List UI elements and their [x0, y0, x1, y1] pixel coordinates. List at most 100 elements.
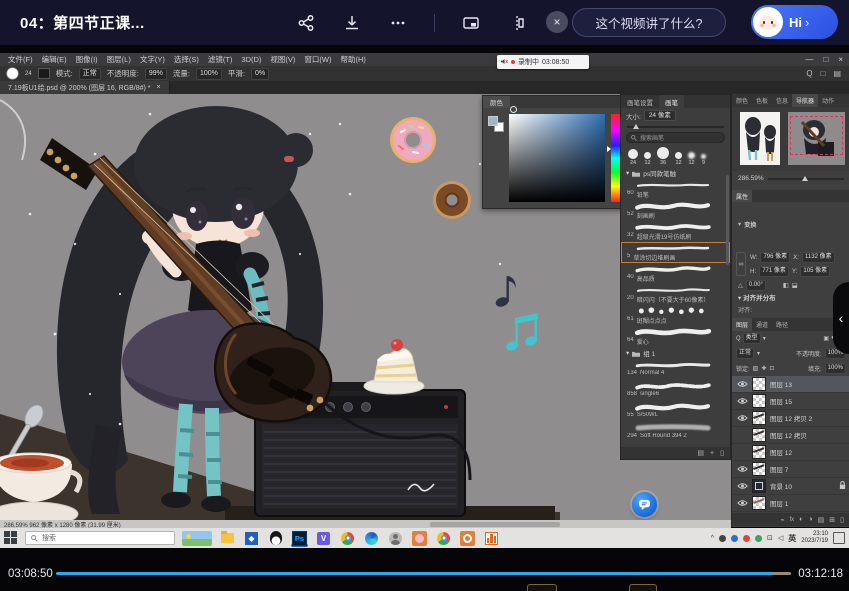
taskbar-app-browser[interactable] — [435, 530, 452, 547]
layer-thumbnail[interactable] — [752, 394, 766, 408]
width-field[interactable]: 796 像素 — [760, 252, 790, 263]
menu-help[interactable]: 帮助(H) — [341, 54, 366, 65]
opacity-select[interactable]: 99% — [145, 68, 167, 80]
side-panel-toggle[interactable]: ‹ — [833, 282, 849, 354]
taskbar-app-chart[interactable] — [483, 530, 500, 547]
taskbar-search-input[interactable]: 搜索 — [25, 531, 175, 545]
menu-filter[interactable]: 滤镜(T) — [208, 54, 233, 65]
layer-thumbnail[interactable] — [752, 377, 766, 391]
link-layers-icon[interactable]: ⌁ — [780, 516, 784, 524]
assistant-button[interactable]: Hi › — [751, 5, 838, 39]
share-icon[interactable] — [296, 13, 316, 33]
tab-brushes[interactable]: 画笔 — [659, 95, 684, 108]
tray-red-icon[interactable] — [743, 535, 750, 542]
taskbar-clock[interactable]: 23:10 2023/7/19 — [801, 531, 828, 545]
align-distribute-header[interactable]: ▾ 对齐并分布 — [738, 292, 776, 302]
menu-image[interactable]: 图像(I) — [76, 54, 98, 65]
tab-swatches[interactable]: 色板 — [752, 94, 772, 107]
mirror-flip-icon[interactable] — [507, 13, 527, 33]
color-picker-cursor[interactable] — [510, 106, 517, 113]
minimize-icon[interactable]: — — [805, 55, 813, 64]
taskbar-app-pink[interactable] — [411, 530, 428, 547]
color-field[interactable] — [509, 114, 605, 202]
workspace-icon[interactable]: ▤ — [833, 69, 841, 78]
new-brush-icon[interactable]: + — [710, 450, 714, 457]
brush-settings-toggle-icon[interactable] — [38, 68, 50, 79]
tray-green-icon[interactable] — [755, 535, 762, 542]
layer-row[interactable]: 背景 10 — [732, 478, 849, 495]
horizontal-scrollbar[interactable] — [430, 522, 560, 527]
video-frame[interactable]: 文件(F) 编辑(E) 图像(I) 图层(L) 文字(Y) 选择(S) 滤镜(T… — [0, 45, 849, 560]
tab-actions[interactable]: 动作 — [818, 94, 838, 107]
height-field[interactable]: 771 像素 — [759, 266, 789, 277]
navigator-reference-thumbnail[interactable] — [740, 112, 780, 165]
brush-item[interactable]: 40高品质 — [621, 263, 730, 284]
brush-tip[interactable]: 36 — [657, 147, 669, 166]
menu-window[interactable]: 窗口(W) — [304, 54, 331, 65]
download-icon[interactable] — [342, 13, 362, 33]
tray-mic-icon[interactable] — [719, 535, 726, 542]
ime-indicator[interactable]: 英 — [788, 533, 796, 544]
taskbar-app-explorer[interactable] — [219, 530, 236, 547]
lock-pixels-icon[interactable]: ✚ — [761, 365, 766, 372]
taskbar-app-target[interactable] — [459, 530, 476, 547]
layer-style-icon[interactable]: fx — [790, 517, 795, 523]
screen-mode-icon[interactable]: □ — [821, 69, 826, 78]
tab-color2[interactable]: 颜色 — [732, 94, 752, 107]
zoom-tool-icon[interactable]: Q — [806, 69, 812, 78]
brush-group-folder[interactable]: ▾ ps同款笔触 — [621, 167, 730, 179]
delete-layer-icon[interactable]: ▯ — [840, 516, 844, 524]
taskbar-app-account[interactable] — [387, 530, 404, 547]
brush-preview-icon[interactable] — [6, 67, 19, 80]
taskbar-app-v[interactable]: V — [315, 530, 332, 547]
layer-row[interactable]: 图层 1 — [732, 495, 849, 512]
brush-item[interactable]: 61斑糊点点点 — [621, 305, 730, 326]
layer-thumbnail[interactable] — [752, 479, 766, 493]
brush-tip[interactable]: 12 — [688, 152, 695, 166]
layer-mask-icon[interactable]: ◐ — [799, 516, 803, 523]
document-tab[interactable]: 7.19板U1绘.psd @ 200% (图层 16, RGB/8#) * × — [0, 81, 170, 94]
brush-tip[interactable]: 24 — [628, 149, 638, 166]
tab-layers[interactable]: 图层 — [732, 318, 752, 331]
blend-mode-select[interactable]: 正常 — [736, 348, 754, 359]
bottom-control-fragment[interactable] — [629, 584, 657, 591]
taskbar-app-photos[interactable]: ◆ — [243, 530, 260, 547]
menu-view[interactable]: 视图(V) — [270, 54, 295, 65]
brush-search-input[interactable]: 搜索画笔 — [626, 132, 725, 143]
layer-row[interactable]: 图层 15 — [732, 393, 849, 410]
start-button[interactable] — [4, 531, 18, 545]
tab-close-icon[interactable]: × — [157, 84, 161, 91]
flip-vertical-icon[interactable]: ⬓ — [792, 282, 798, 289]
filter-search-icon[interactable]: Q — [736, 336, 741, 342]
tray-volume-icon[interactable]: ◁ — [778, 534, 783, 542]
brush-tip[interactable]: 9 — [701, 154, 706, 166]
menu-3d[interactable]: 3D(D) — [241, 55, 261, 64]
menu-layer[interactable]: 图层(L) — [107, 54, 131, 65]
filter-pixel-icon[interactable]: ▣ — [823, 335, 829, 342]
notification-center-icon[interactable] — [833, 532, 845, 544]
navigator-zoom-slider[interactable] — [768, 178, 844, 180]
menu-edit[interactable]: 编辑(E) — [42, 54, 67, 65]
taskbar-app-qq[interactable] — [267, 530, 284, 547]
menu-type[interactable]: 文字(Y) — [140, 54, 165, 65]
brush-tip[interactable]: 12 — [644, 152, 651, 166]
brush-item[interactable]: 20暗闪闪（不要大于60像素） — [621, 284, 730, 305]
brush-item[interactable]: 294Soft Round 394 2 — [621, 422, 730, 443]
eye-icon[interactable] — [736, 397, 748, 405]
ask-video-button[interactable]: 这个视频讲了什么? — [572, 8, 726, 37]
layer-thumbnail[interactable] — [752, 428, 766, 442]
flip-horizontal-icon[interactable]: ◧ — [783, 282, 789, 289]
tray-display-icon[interactable]: ⊡ — [767, 534, 773, 542]
menu-select[interactable]: 选择(S) — [174, 54, 199, 65]
tab-info[interactable]: 信息 — [772, 94, 792, 107]
eye-icon[interactable] — [736, 499, 748, 507]
layer-fill-field[interactable]: 100% — [825, 363, 846, 374]
brush-item[interactable]: 60铅笔 — [621, 179, 730, 200]
taskbar-app-chrome[interactable] — [339, 530, 356, 547]
foreground-background-swatches[interactable] — [488, 116, 504, 132]
layer-row[interactable]: 图层 13 — [732, 376, 849, 393]
layer-thumbnail[interactable] — [752, 445, 766, 459]
lock-transparent-icon[interactable]: ▨ — [753, 365, 759, 372]
tab-brush-settings[interactable]: 画笔设置 — [621, 95, 659, 108]
tab-paths[interactable]: 路径 — [772, 318, 792, 331]
